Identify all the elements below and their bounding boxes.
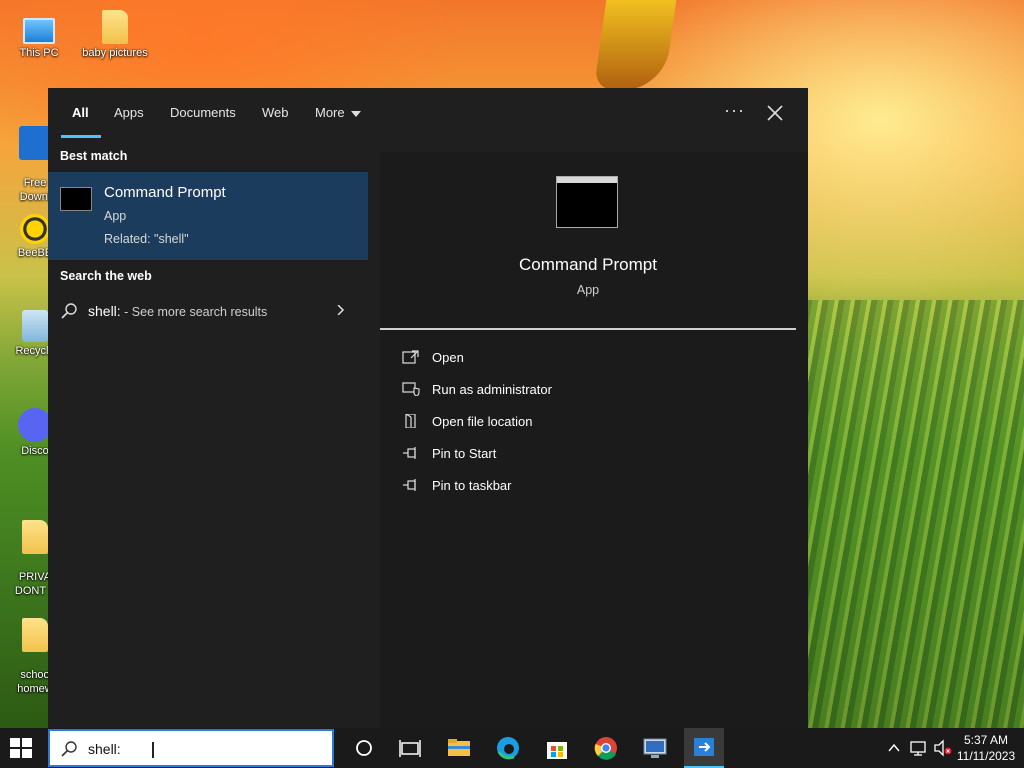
network-icon[interactable] (909, 739, 929, 757)
tab-apps[interactable]: Apps (114, 105, 144, 120)
folder-icon (22, 618, 48, 652)
file-location-icon (405, 414, 416, 428)
command-prompt-large-icon (556, 176, 618, 228)
result-title: Command Prompt (104, 184, 226, 201)
action-run-as-administrator[interactable]: Run as administrator (402, 376, 782, 404)
tab-web[interactable]: Web (262, 105, 289, 120)
taskbar-search-box[interactable]: shell: (48, 729, 334, 767)
action-open[interactable]: Open (402, 344, 782, 372)
text-cursor (152, 742, 154, 758)
divider (380, 328, 796, 330)
file-explorer-icon[interactable] (445, 734, 473, 762)
active-tab-indicator (61, 135, 101, 138)
wallpaper-grass (780, 300, 1024, 728)
recycle-bin-icon (22, 310, 48, 342)
pin-icon (403, 447, 416, 459)
search-input[interactable]: shell: (88, 741, 121, 757)
chevron-right-icon (337, 305, 345, 315)
search-web-heading: Search the web (60, 269, 152, 283)
wallpaper-detail (593, 0, 677, 90)
app-icon (19, 126, 51, 160)
app-window-icon (694, 738, 714, 756)
desktop-icon-baby-pictures[interactable]: baby pictures (80, 10, 150, 60)
clock-date: 11/11/2023 (956, 749, 1016, 763)
folder-icon (102, 10, 128, 44)
result-related: Related: "shell" (104, 232, 189, 246)
action-pin-to-taskbar[interactable]: Pin to taskbar (402, 472, 782, 500)
open-icon (402, 350, 419, 364)
edge-icon[interactable] (494, 734, 522, 762)
tab-more[interactable]: More (315, 105, 361, 120)
preview-pane: Command Prompt App Open Run as administr… (380, 152, 808, 728)
best-match-heading: Best match (60, 149, 128, 163)
web-query: shell: (88, 303, 121, 319)
task-view-icon[interactable] (396, 734, 424, 762)
chrome-icon[interactable] (592, 734, 620, 762)
action-pin-to-start[interactable]: Pin to Start (402, 440, 782, 468)
web-search-result[interactable]: shell: - See more search results (48, 292, 368, 328)
preview-type: App (576, 283, 600, 297)
caret-down-icon (350, 110, 361, 117)
clock-time: 5:37 AM (963, 733, 1009, 747)
chevron-up-icon[interactable] (886, 740, 902, 756)
preview-title: Command Prompt (519, 255, 657, 274)
best-match-result[interactable]: Command Prompt App Related: "shell" (48, 172, 368, 260)
pin-icon (403, 479, 416, 491)
tab-more-label: More (315, 105, 345, 120)
tab-all[interactable]: All (72, 105, 89, 120)
volume-muted-icon[interactable] (933, 739, 953, 757)
system-clock[interactable]: 5:37 AM 11/11/2023 (953, 732, 1019, 764)
result-type: App (104, 209, 127, 223)
close-icon[interactable] (764, 102, 786, 124)
microsoft-store-icon[interactable] (543, 734, 571, 762)
command-prompt-icon (60, 187, 92, 211)
results-list: Best match Command Prompt App Related: "… (48, 140, 370, 728)
more-options-icon[interactable]: ··· (724, 100, 745, 121)
discord-icon (18, 408, 52, 442)
web-more-label: - See more search results (120, 305, 268, 319)
action-open-file-location[interactable]: Open file location (402, 408, 782, 436)
taskbar: shell: 5:37 AM 11/11/2023 (0, 728, 1024, 768)
tab-documents[interactable]: Documents (170, 105, 236, 120)
cortana-icon[interactable] (350, 734, 378, 762)
desktop-icon-this-pc[interactable]: This PC (4, 10, 74, 60)
pc-icon (23, 18, 55, 44)
remote-desktop-icon[interactable] (641, 734, 669, 762)
search-tabs: All Apps Documents Web More ··· (48, 88, 808, 140)
search-icon (61, 741, 77, 757)
folder-icon (22, 520, 48, 554)
taskbar-active-app[interactable] (684, 728, 724, 768)
search-panel: All Apps Documents Web More ··· Best mat… (48, 88, 808, 728)
windows-start-icon[interactable] (10, 738, 32, 758)
bee-icon (20, 214, 50, 244)
search-icon (61, 303, 77, 319)
shield-icon (402, 382, 420, 396)
